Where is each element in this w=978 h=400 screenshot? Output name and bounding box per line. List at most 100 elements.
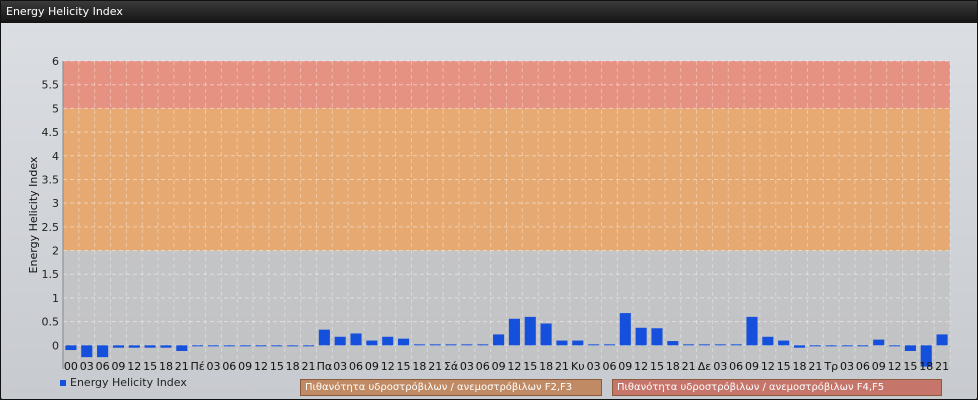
x-tick-label: Πέ <box>191 360 205 373</box>
x-tick-label: 18 <box>412 360 426 373</box>
bar <box>255 345 267 347</box>
x-tick-label: 12 <box>381 360 395 373</box>
x-tick-label: 09 <box>365 360 379 373</box>
bar <box>81 345 93 358</box>
bar <box>334 336 346 346</box>
bar <box>603 344 615 346</box>
x-tick-label: 12 <box>634 360 648 373</box>
x-tick-label: 12 <box>507 360 521 373</box>
x-tick-label: Δε <box>698 360 712 373</box>
bar <box>572 340 584 346</box>
x-tick-label: 03 <box>840 360 854 373</box>
bar <box>271 345 283 347</box>
y-tick-label: 5.5 <box>42 79 60 92</box>
zone-label-f2f3: Πιθανότητα υδροστρόβιλων / ανεμοστρόβιλω… <box>300 379 602 396</box>
bar <box>635 327 647 346</box>
bar <box>160 345 172 348</box>
bar <box>97 345 109 358</box>
x-tick-label: 03 <box>206 360 220 373</box>
x-tick-label: 15 <box>143 360 157 373</box>
bar <box>841 345 853 347</box>
x-tick-label: 12 <box>127 360 141 373</box>
x-tick-label: 12 <box>761 360 775 373</box>
bar <box>556 340 568 346</box>
zone-label-f4f5: Πιθανότητα υδροστρόβιλων / ανεμοστρόβιλω… <box>612 379 942 396</box>
x-tick-label: 15 <box>523 360 537 373</box>
x-tick-label: 21 <box>555 360 569 373</box>
x-tick-label: 06 <box>729 360 743 373</box>
bar <box>588 344 600 346</box>
x-tick-label: 06 <box>602 360 616 373</box>
x-tick-label: 21 <box>808 360 822 373</box>
x-tick-label: 09 <box>492 360 506 373</box>
bar <box>128 345 140 348</box>
bar <box>287 345 299 347</box>
bar <box>445 344 457 346</box>
y-tick-label: 3 <box>52 197 59 210</box>
y-tick-label: 1 <box>52 292 59 305</box>
bar <box>793 345 806 348</box>
x-tick-label: 18 <box>159 360 173 373</box>
x-tick-label: Κυ <box>571 360 585 373</box>
bar <box>239 345 251 347</box>
x-tick-label: 15 <box>650 360 664 373</box>
legend-swatch <box>60 380 66 386</box>
bar <box>65 345 77 351</box>
bar <box>223 345 235 347</box>
bar <box>619 313 631 346</box>
y-tick-label: 2.5 <box>42 221 60 234</box>
bar <box>318 329 330 346</box>
x-tick-label: 09 <box>238 360 252 373</box>
bar <box>398 338 410 346</box>
x-tick-label: 03 <box>80 360 94 373</box>
x-tick-label: 12 <box>888 360 902 373</box>
legend-label: Energy Helicity Index <box>70 376 187 389</box>
bar <box>889 345 901 347</box>
bar <box>936 334 948 346</box>
bar <box>508 318 520 346</box>
x-tick-label: 09 <box>618 360 632 373</box>
bar <box>762 336 774 346</box>
x-tick-label: 06 <box>856 360 870 373</box>
x-tick-label: 15 <box>397 360 411 373</box>
bar <box>461 344 473 346</box>
bar <box>477 344 489 346</box>
x-tick-label: 03 <box>333 360 347 373</box>
y-tick-label: 6 <box>52 55 59 68</box>
bar <box>413 344 425 346</box>
x-tick-label: 21 <box>302 360 316 373</box>
chart-canvas: 0 0.5 1 1.5 2 2.5 3 3.5 4 4.5 5 5.5 6 Energy Helicity… <box>27 55 951 373</box>
x-tick-label: 18 <box>919 360 933 373</box>
bar <box>176 345 188 351</box>
bar <box>382 336 394 346</box>
chart-window: Energy Helicity Index 0 0.5 1 1.5 2 2.5 3 3.5 4 4… <box>0 0 978 400</box>
bar <box>524 316 536 346</box>
y-axis-title: Energy Helicity Index <box>27 156 40 273</box>
x-tick-label: 21 <box>935 360 949 373</box>
y-tick-label: 4 <box>52 150 59 163</box>
x-tick-label: 18 <box>539 360 553 373</box>
bar <box>714 344 726 346</box>
x-tick-label: 06 <box>349 360 363 373</box>
x-tick-label: 15 <box>777 360 791 373</box>
legend-entry[interactable]: Energy Helicity Index <box>60 377 187 389</box>
x-tick-label: 00 <box>64 360 78 373</box>
y-tick-label: 4.5 <box>42 126 60 139</box>
x-tick-label: 06 <box>96 360 110 373</box>
bar <box>350 333 362 346</box>
bar <box>904 345 916 351</box>
bar <box>493 334 505 346</box>
bar <box>857 345 869 347</box>
x-tick-label: 21 <box>682 360 696 373</box>
bar <box>730 344 742 346</box>
bar <box>873 339 885 346</box>
x-tick-label: 18 <box>666 360 680 373</box>
x-tick-label: 03 <box>713 360 727 373</box>
bar <box>698 344 711 346</box>
bar <box>651 328 663 346</box>
x-tick-label: 18 <box>286 360 300 373</box>
x-tick-label: 06 <box>476 360 490 373</box>
window-title: Energy Helicity Index <box>1 1 977 23</box>
bar <box>667 341 679 346</box>
x-tick-label: 03 <box>460 360 474 373</box>
